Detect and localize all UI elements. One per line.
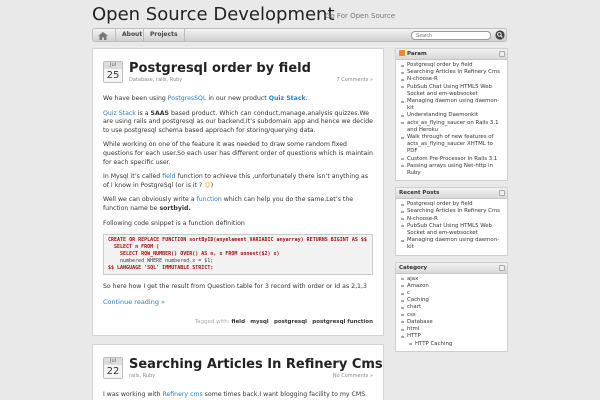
quiz-stack-link[interactable]: Quiz Stack — [103, 110, 136, 117]
tag-link[interactable]: field — [231, 319, 245, 325]
site-header: Open Source Development Go For Open Sour… — [0, 0, 600, 28]
post-meta: rails, Ruby No Comments » — [129, 373, 373, 381]
tags-label: Tagged with: — [194, 319, 230, 326]
code-line: SELECT ROW_NUMBER() OVER() AS n, x FROM … — [120, 251, 280, 258]
paragraph: While working on one of the feature it w… — [103, 141, 373, 166]
post-body: We have been using PostgresSQL in our ne… — [103, 95, 373, 327]
post-article: Jul 22 Searching Articles In Refinery Cm… — [92, 343, 384, 400]
main-content: Jul 25 Postgresql order by field Databas… — [92, 48, 384, 400]
code-line: SELECT n FROM ( — [114, 244, 160, 251]
list-item[interactable]: css — [399, 312, 504, 319]
post-tags: Tagged with: field · mysql · postgresql … — [194, 319, 373, 326]
field-link[interactable]: field — [162, 173, 175, 180]
list-item[interactable]: N-choose-R — [399, 76, 504, 83]
recent-posts-list: Postgresql order by field Searching Arti… — [396, 199, 507, 254]
collapse-toggle-icon[interactable] — [499, 190, 505, 197]
widget-title: Category — [396, 262, 507, 274]
list-item[interactable]: Custom Pre-Processor In Rails 3.1 — [399, 156, 504, 163]
paragraph: Well we can obviously write a function w… — [103, 196, 354, 212]
search-input[interactable] — [411, 31, 491, 40]
list-item[interactable]: c — [399, 290, 504, 297]
widget-title: Param — [396, 49, 507, 60]
post-title[interactable]: Postgresql order by field — [129, 61, 373, 77]
list-item[interactable]: Caching — [399, 297, 504, 304]
param-list: Postgresql order by field Searching Arti… — [396, 60, 507, 180]
post-comments-link[interactable]: 7 Comments » — [336, 77, 373, 83]
collapse-toggle-icon[interactable] — [499, 264, 505, 271]
paragraph: I was working with Refinery cms some tim… — [103, 390, 368, 398]
quiz-stack-link[interactable]: Quiz Stack — [269, 95, 306, 102]
list-item[interactable]: PubSub Chat Using HTML5 Web Socket and e… — [399, 223, 504, 237]
tag-link[interactable]: mysql — [250, 319, 268, 325]
list-item[interactable]: Understanding Daemonkit — [399, 112, 504, 119]
post-date-month: Jul — [104, 357, 122, 365]
list-item[interactable]: N-choose-R — [399, 216, 504, 223]
list-item[interactable]: Managing daemon using daemon-kit — [399, 237, 504, 251]
widget-param: Param Postgresql order by field Searchin… — [395, 48, 508, 182]
paragraph: Quiz Stack is a SAAS based product. Whic… — [103, 109, 373, 134]
continue-reading-link[interactable]: Continue reading » — [103, 298, 373, 307]
collapse-toggle-icon[interactable] — [499, 51, 505, 57]
widget-title: Recent Posts — [396, 188, 507, 200]
post-date-day: 25 — [106, 70, 120, 81]
category-list: ajax Amazon c Caching chart css Database… — [396, 274, 507, 351]
list-item[interactable]: Managing daemon using daemon-kit — [399, 98, 504, 112]
post-date-badge: Jul 22 — [103, 356, 123, 379]
site-tagline: Go For Open Source — [325, 12, 396, 20]
post-date-badge: Jul 25 — [103, 61, 123, 83]
list-item[interactable]: Walk through of new features of acts_as_… — [399, 134, 504, 156]
list-item[interactable]: chart — [399, 304, 504, 311]
post-date-day: 22 — [106, 365, 120, 377]
paragraph: In Mysql it’s called field function to a… — [103, 173, 369, 189]
tag-link[interactable]: postgresql function — [312, 319, 373, 325]
code-line: $$ LANGUAGE 'SQL' IMMUTABLE STRICT; — [108, 265, 214, 272]
post-comments-link[interactable]: No Comments » — [333, 373, 373, 379]
list-item[interactable]: PubSub Chat Using HTML5 Web Socket and e… — [399, 84, 504, 98]
widget-category: Category ajax Amazon c Caching chart css… — [395, 261, 508, 352]
postgressql-link[interactable]: PostgresSQL — [168, 95, 207, 102]
nav-projects[interactable]: Projects — [143, 29, 185, 41]
main-navbar: About Projects — [92, 28, 507, 42]
site-title[interactable]: Open Source Development — [92, 4, 335, 25]
refinery-cms-link[interactable]: Refinery cms — [162, 391, 202, 398]
sidebar: Param Postgresql order by field Searchin… — [395, 48, 508, 400]
post-date-month: Jul — [104, 62, 122, 69]
list-item[interactable]: ajax — [399, 276, 504, 283]
post-categories[interactable]: rails, Ruby — [129, 373, 155, 379]
rss-icon[interactable] — [399, 50, 405, 56]
widget-recent-posts: Recent Posts Postgresql order by field S… — [395, 187, 508, 256]
code-line: numbered WHERE numbered.x = $1; — [120, 258, 214, 265]
list-item[interactable]: Searching Articles In Refinery Cms — [399, 69, 504, 76]
list-item[interactable]: Amazon — [399, 283, 504, 290]
list-item[interactable]: html — [399, 326, 504, 333]
list-item[interactable]: Passing arrays using Net-http in Ruby — [399, 163, 504, 177]
tag-link[interactable]: postgresql — [274, 319, 307, 325]
paragraph: Following code snippet is a function def… — [103, 219, 245, 227]
list-item[interactable]: Postgresql order by field — [399, 62, 504, 69]
list-item[interactable]: acts_as_flying_saucer on Rails 3.1 and H… — [399, 120, 504, 134]
post-title[interactable]: Searching Articles In Refinery Cms — [129, 357, 383, 373]
paragraph: We have been using PostgresSQL in our ne… — [103, 95, 308, 102]
post-meta: Database, rails, Ruby 7 Comments » — [129, 77, 373, 85]
post-categories[interactable]: Database, rails, Ruby — [129, 77, 182, 83]
list-item[interactable]: Searching Articles In Refinery Cms — [399, 208, 504, 215]
function-link[interactable]: function — [197, 196, 222, 203]
search-icon[interactable] — [495, 30, 505, 40]
code-line: CREATE OR REPLACE FUNCTION sortByID(anye… — [108, 237, 367, 244]
post-body: I was working with Refinery cms some tim… — [103, 391, 373, 400]
code-snippet: CREATE OR REPLACE FUNCTION sortByID(anye… — [103, 234, 373, 276]
paragraph: So here how I get the result from Questi… — [103, 283, 367, 291]
home-icon[interactable] — [97, 31, 109, 41]
list-item[interactable]: HTTP — [399, 333, 504, 340]
list-item[interactable]: Postgresql order by field — [399, 201, 504, 208]
list-item[interactable]: HTTP Caching — [399, 341, 504, 348]
post-article: Jul 25 Postgresql order by field Databas… — [92, 48, 384, 336]
list-item[interactable]: Database — [399, 319, 504, 326]
